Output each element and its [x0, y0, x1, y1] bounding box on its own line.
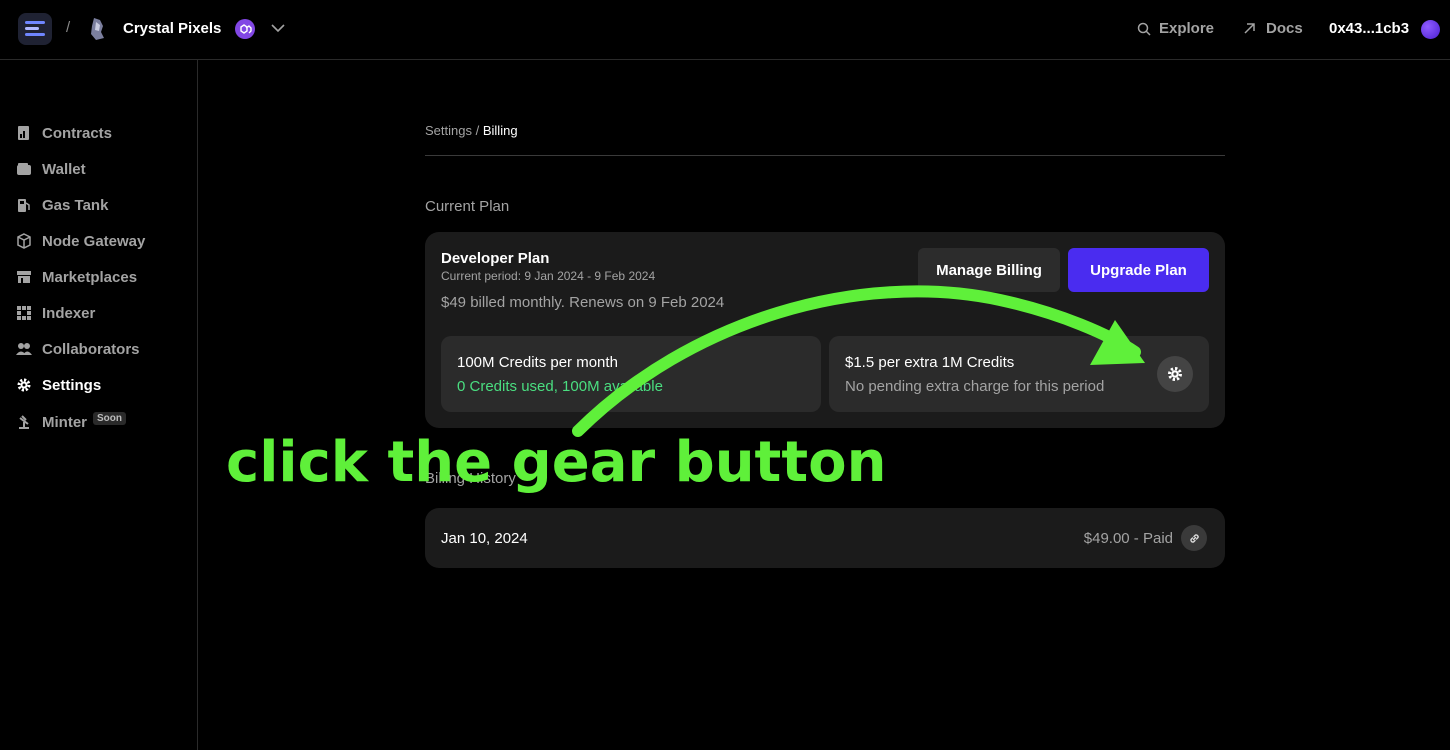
sidebar-item-label: Settings: [42, 376, 102, 394]
users-icon: [16, 343, 32, 355]
sidebar-item-settings[interactable]: Settings: [16, 374, 101, 396]
gas-tank-icon: [18, 199, 30, 212]
invoice-amount: $49.00 - Paid: [1083, 530, 1173, 547]
link-icon: [1189, 533, 1199, 543]
sidebar-item-collaborators[interactable]: Collaborators: [16, 338, 140, 360]
wallet-address[interactable]: 0x43...1cb3: [1329, 20, 1409, 37]
project-avatar-icon: [91, 18, 104, 40]
app-logo-icon[interactable]: [18, 13, 52, 45]
soon-badge: Soon: [93, 411, 126, 425]
sidebar: Contracts Wallet Gas Tank Node Gateway M…: [0, 60, 198, 750]
gear-icon: [1168, 367, 1182, 381]
sidebar-item-label: Marketplaces: [42, 268, 138, 286]
header-separator: /: [66, 19, 71, 36]
sidebar-item-node-gateway[interactable]: Node Gateway: [16, 230, 145, 252]
search-icon: [1137, 22, 1151, 36]
manage-billing-button[interactable]: Manage Billing: [918, 248, 1060, 292]
extra-credits-note: No pending extra charge for this period: [845, 378, 1105, 395]
project-name[interactable]: Crystal Pixels: [123, 20, 221, 37]
credits-card: 100M Credits per month 0 Credits used, 1…: [441, 336, 821, 412]
sidebar-item-marketplaces[interactable]: Marketplaces: [16, 266, 137, 288]
arrow-up-right-icon: [1244, 23, 1255, 34]
wallet-avatar[interactable]: [1421, 20, 1440, 39]
gear-icon: [17, 378, 31, 392]
sidebar-item-label: Contracts: [42, 124, 113, 142]
current-plan-heading: Current Plan: [425, 198, 510, 215]
sidebar-item-indexer[interactable]: Indexer: [16, 302, 95, 324]
breadcrumb: Settings / Billing: [425, 123, 518, 138]
sidebar-item-contracts[interactable]: Contracts: [16, 122, 112, 144]
invoice-link-button[interactable]: [1181, 525, 1207, 551]
explore-link[interactable]: Explore: [1137, 20, 1214, 37]
sidebar-item-label: Wallet: [42, 160, 86, 178]
top-bar: / Crystal Pixels Explore Docs 0x43...1cb…: [0, 0, 1450, 60]
billing-history-row: Jan 10, 2024 $49.00 - Paid: [425, 508, 1225, 568]
minter-icon: [19, 415, 29, 429]
wallet-icon: [17, 163, 31, 175]
cube-icon: [17, 233, 31, 249]
extra-credits-title: $1.5 per extra 1M Credits: [845, 354, 1015, 371]
breadcrumb-separator: /: [475, 123, 480, 138]
sidebar-item-wallet[interactable]: Wallet: [16, 158, 86, 180]
plan-period: Current period: 9 Jan 2024 - 9 Feb 2024: [441, 269, 656, 283]
plan-name: Developer Plan: [441, 250, 550, 267]
annotation-text: click the gear button: [226, 430, 887, 495]
plan-billing-info: $49 billed monthly. Renews on 9 Feb 2024: [441, 294, 725, 311]
docs-link[interactable]: Docs: [1243, 20, 1303, 37]
breadcrumb-billing: Billing: [482, 123, 518, 138]
extra-credits-card: $1.5 per extra 1M Credits No pending ext…: [829, 336, 1209, 412]
extra-credits-settings-button[interactable]: [1157, 356, 1193, 392]
storefront-icon: [17, 271, 31, 283]
sidebar-item-label: Minter: [42, 413, 87, 431]
contracts-icon: [18, 126, 29, 140]
breadcrumb-settings[interactable]: Settings: [425, 123, 472, 138]
sidebar-item-gas-tank[interactable]: Gas Tank: [16, 194, 108, 216]
docs-label: Docs: [1266, 20, 1303, 37]
invoice-date: Jan 10, 2024: [441, 530, 528, 547]
plan-card: Developer Plan Current period: 9 Jan 202…: [425, 232, 1225, 428]
sidebar-item-minter[interactable]: Minter Soon: [16, 411, 126, 433]
credits-usage: 0 Credits used, 100M available: [457, 378, 663, 395]
chevron-down-icon[interactable]: [270, 20, 286, 36]
sidebar-item-label: Gas Tank: [42, 196, 109, 214]
upgrade-plan-button[interactable]: Upgrade Plan: [1068, 248, 1209, 292]
sidebar-item-label: Collaborators: [42, 340, 140, 358]
divider: [425, 155, 1225, 156]
explore-label: Explore: [1159, 20, 1215, 37]
sidebar-item-label: Node Gateway: [42, 232, 146, 250]
grid-icon: [17, 306, 31, 320]
polygon-chain-icon: [235, 19, 255, 39]
credits-title: 100M Credits per month: [457, 354, 618, 371]
sidebar-item-label: Indexer: [42, 304, 96, 322]
